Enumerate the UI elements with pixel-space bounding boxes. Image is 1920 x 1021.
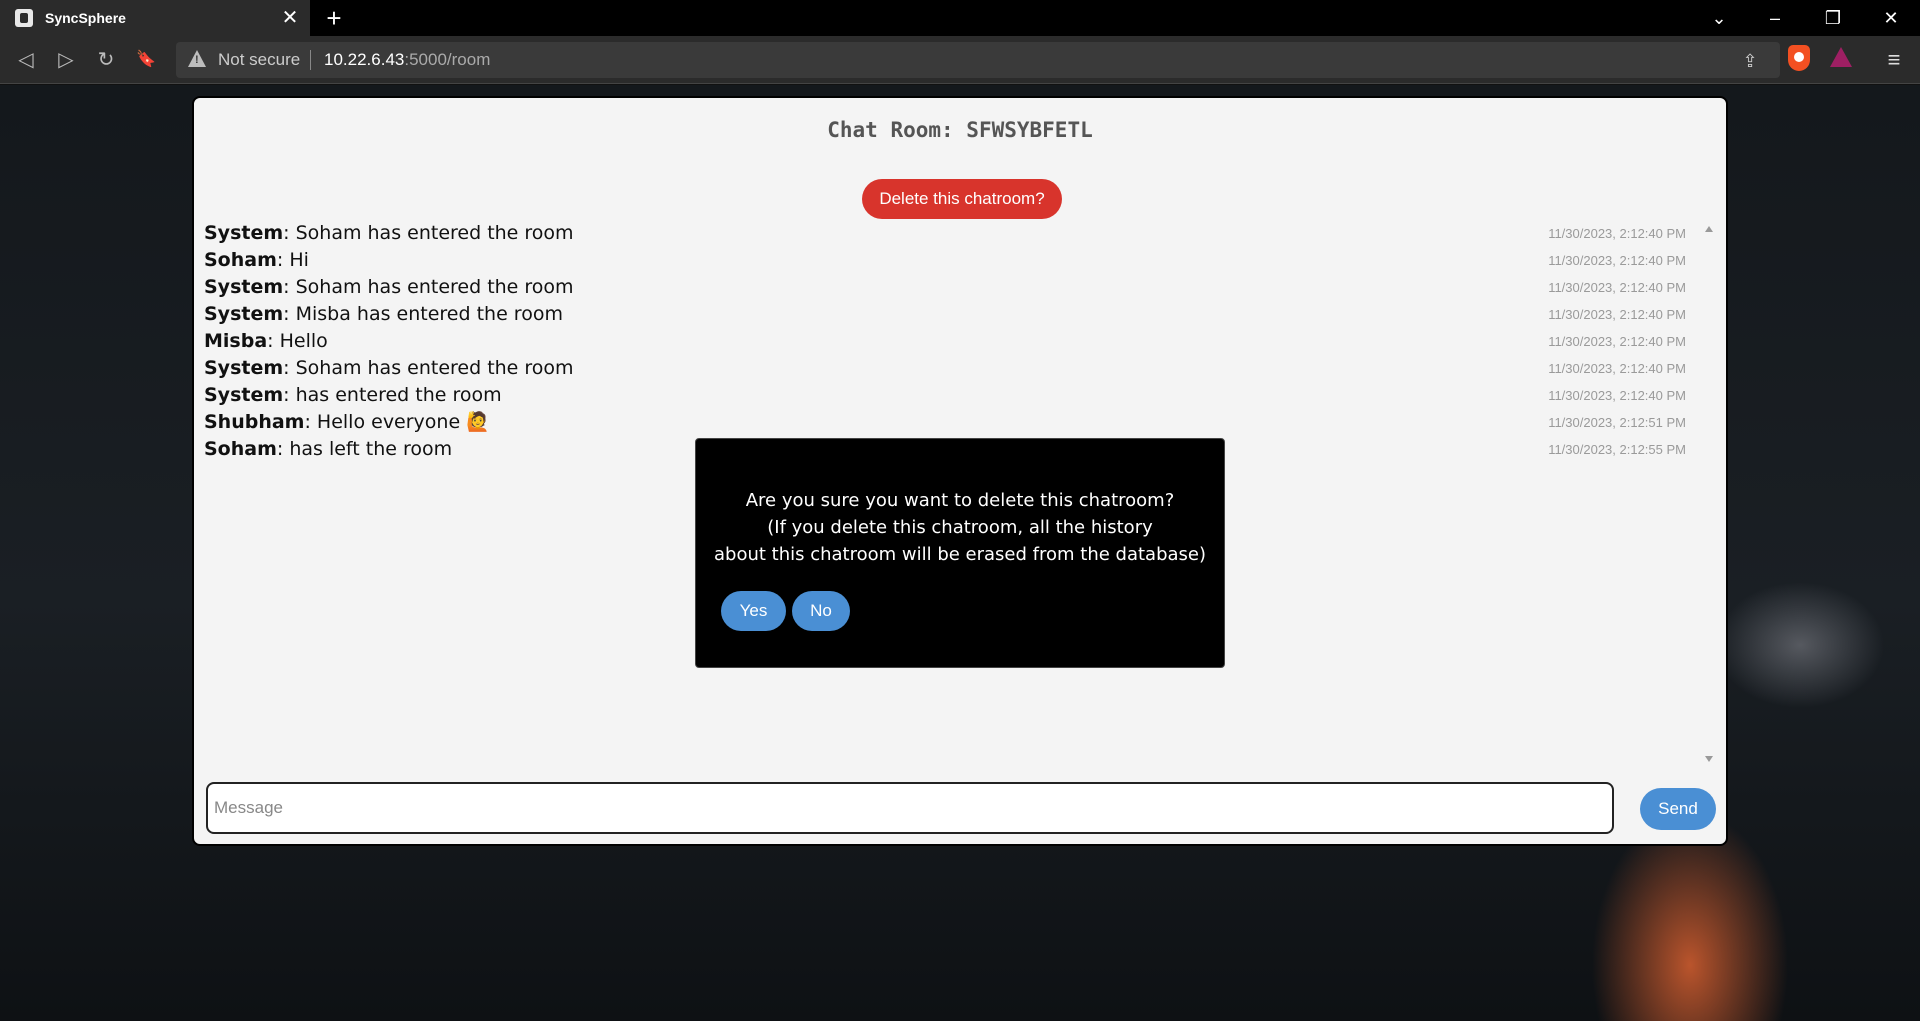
minimize-icon[interactable]: – xyxy=(1752,0,1798,36)
browser-tabbar: SyncSphere ✕ + ⌄ – ❐ ✕ xyxy=(0,0,1920,36)
delete-confirm-modal: Are you sure you want to delete this cha… xyxy=(695,438,1225,668)
message-sender: System xyxy=(204,303,284,325)
list-item: System: Soham has entered the room 11/30/… xyxy=(204,274,1714,301)
message-sender: System xyxy=(204,357,284,379)
message-text: : Misba has entered the room xyxy=(283,303,563,325)
not-secure-label[interactable]: Not secure xyxy=(218,50,300,70)
close-window-icon[interactable]: ✕ xyxy=(1868,0,1914,36)
page-title: Chat Room: SFWSYBFETL xyxy=(827,118,1093,142)
tab-title: SyncSphere xyxy=(45,10,126,26)
list-item: System: has entered the room 11/30/2023, … xyxy=(204,382,1714,409)
message-time: 11/30/2023, 2:12:40 PM xyxy=(1548,280,1686,295)
warning-icon[interactable] xyxy=(188,50,206,67)
message-time: 11/30/2023, 2:12:40 PM xyxy=(1548,334,1686,349)
message-text: : has entered the room xyxy=(283,384,502,406)
message-sender: System xyxy=(204,276,284,298)
url-path: :5000/room xyxy=(404,50,491,69)
message-text: : Soham has entered the room xyxy=(283,222,574,244)
message-time: 11/30/2023, 2:12:40 PM xyxy=(1548,253,1686,268)
message-text: : Soham has entered the room xyxy=(283,276,574,298)
delete-chatroom-button[interactable]: Delete this chatroom? xyxy=(862,179,1062,219)
message-sender: Misba xyxy=(204,330,268,352)
no-button[interactable]: No xyxy=(792,591,850,631)
share-icon[interactable]: ⇪ xyxy=(1738,49,1762,73)
list-item: System: Soham has entered the room 11/30/… xyxy=(204,220,1714,247)
close-tab-icon[interactable]: ✕ xyxy=(278,6,302,30)
new-tab-button[interactable]: + xyxy=(320,4,348,32)
reload-icon[interactable]: ↻ xyxy=(92,46,120,74)
scroll-up-icon[interactable] xyxy=(1705,226,1713,232)
modal-message: Are you sure you want to delete this cha… xyxy=(696,487,1224,568)
yes-button[interactable]: Yes xyxy=(721,591,786,631)
browser-toolbar: ◁ ▷ ↻ 🔖 Not secure 10.22.6.43:5000/room … xyxy=(0,36,1920,84)
list-item: System: Soham has entered the room 11/30/… xyxy=(204,355,1714,382)
favicon-icon xyxy=(15,9,33,27)
message-time: 11/30/2023, 2:12:40 PM xyxy=(1548,388,1686,403)
message-sender: Shubham xyxy=(204,411,305,433)
message-time: 11/30/2023, 2:12:40 PM xyxy=(1548,361,1686,376)
forward-icon[interactable]: ▷ xyxy=(52,46,80,74)
send-button[interactable]: Send xyxy=(1640,788,1716,830)
list-item: System: Misba has entered the room 11/30/… xyxy=(204,301,1714,328)
list-item: Misba: Hello 11/30/2023, 2:12:40 PM xyxy=(204,328,1714,355)
menu-icon[interactable]: ≡ xyxy=(1880,46,1908,74)
message-sender: Soham xyxy=(204,249,277,271)
message-text: : Hello everyone 🙋 xyxy=(304,411,490,433)
message-text: : Hi xyxy=(276,249,309,271)
message-sender: Soham xyxy=(204,438,277,460)
list-item: Shubham: Hello everyone 🙋 11/30/2023, 2:1… xyxy=(204,409,1714,436)
message-scrollbar[interactable] xyxy=(1702,220,1716,768)
message-text: : Soham has entered the room xyxy=(283,357,574,379)
message-time: 11/30/2023, 2:12:51 PM xyxy=(1548,415,1686,430)
modal-line: about this chatroom will be erased from … xyxy=(713,544,1207,565)
message-time: 11/30/2023, 2:12:40 PM xyxy=(1548,226,1686,241)
list-item: Soham: Hi 11/30/2023, 2:12:40 PM xyxy=(204,247,1714,274)
scroll-down-icon[interactable] xyxy=(1705,756,1713,762)
message-text: : has left the room xyxy=(276,438,453,460)
url-divider xyxy=(310,50,311,70)
brave-rewards-icon[interactable] xyxy=(1830,47,1852,67)
browser-tab[interactable]: SyncSphere ✕ xyxy=(0,0,310,36)
back-icon[interactable]: ◁ xyxy=(12,46,40,74)
bookmark-icon[interactable]: 🔖 xyxy=(132,46,160,74)
url-text[interactable]: 10.22.6.43:5000/room xyxy=(324,50,490,70)
url-host: 10.22.6.43 xyxy=(324,50,405,69)
tab-search-icon[interactable]: ⌄ xyxy=(1696,0,1742,36)
modal-line: Are you sure you want to delete this cha… xyxy=(745,490,1175,511)
brave-shields-icon[interactable] xyxy=(1788,45,1810,71)
message-input[interactable] xyxy=(206,782,1614,834)
message-time: 11/30/2023, 2:12:40 PM xyxy=(1548,307,1686,322)
message-sender: System xyxy=(204,384,284,406)
address-bar[interactable]: Not secure 10.22.6.43:5000/room ⇪ xyxy=(176,42,1780,78)
message-time: 11/30/2023, 2:12:55 PM xyxy=(1548,442,1686,457)
message-sender: System xyxy=(204,222,284,244)
restore-icon[interactable]: ❐ xyxy=(1810,0,1856,36)
modal-line: (If you delete this chatroom, all the hi… xyxy=(767,517,1153,538)
message-text: : Hello xyxy=(267,330,328,352)
